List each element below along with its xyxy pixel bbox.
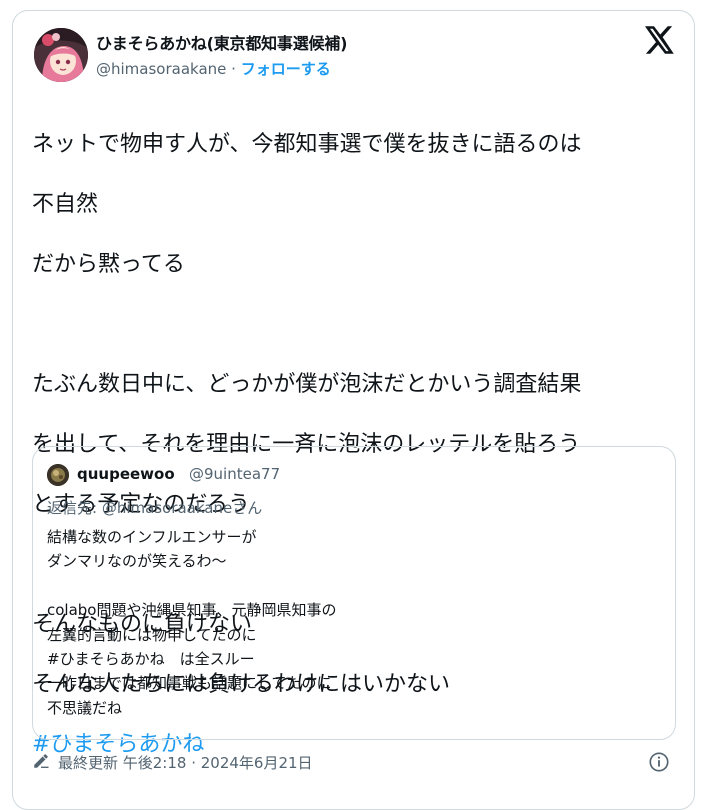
- quote-author-handle[interactable]: @9uintea77: [189, 465, 280, 483]
- info-icon[interactable]: [648, 751, 670, 773]
- quote-text: 結構な数のインフルエンサーが ダンマリなのが笑えるわ〜 colabo問題や沖縄県…: [47, 525, 657, 720]
- quote-line: 結構な数のインフルエンサーが: [47, 528, 257, 546]
- quote-author-avatar[interactable]: [47, 464, 69, 486]
- quote-line: #ひまそらあかね は全スルー: [47, 649, 255, 668]
- follow-button[interactable]: フォローする: [241, 60, 331, 78]
- quote-line: 一昨日までは都知事戦も話題にしてたのに: [47, 674, 332, 693]
- x-logo-icon[interactable]: [645, 26, 675, 54]
- quote-line: 不思議だね: [47, 698, 123, 717]
- tweet-line: 不自然: [32, 192, 99, 217]
- quote-line: 左翼的言動には物申してたのに: [47, 625, 257, 644]
- quote-author-name[interactable]: quupeewoo: [77, 465, 175, 483]
- quote-line: colabo問題や沖縄県知事、元静岡県知事の: [47, 601, 337, 620]
- reply-prefix: 返信先:: [47, 499, 102, 517]
- author-avatar[interactable]: [34, 28, 88, 82]
- tweet-line: だから黙ってる: [32, 252, 185, 277]
- quote-line: ダンマリなのが笑えるわ〜: [47, 552, 227, 571]
- author-handle[interactable]: @himasoraakane: [96, 60, 226, 78]
- author-meta: @himasoraakane · フォローする: [96, 58, 331, 79]
- reply-to-line: 返信先: @himasoraakaneさん: [47, 497, 262, 518]
- reply-suffix: さん: [232, 499, 263, 517]
- reply-mention[interactable]: @himasoraakane: [102, 499, 232, 517]
- meta-separator: ·: [226, 60, 241, 78]
- quote-line: [47, 574, 657, 598]
- quoted-tweet[interactable]: quupeewoo @9uintea77 返信先: @himasoraakane…: [32, 446, 676, 740]
- edit-pencil-icon: [34, 754, 49, 768]
- author-name[interactable]: ひまそらあかね(東京都知事選候補): [96, 30, 347, 54]
- tweet-line: たぶん数日中に、どっかが僕が泡沫だとかいう調査結果: [32, 372, 582, 397]
- last-edited-timestamp[interactable]: 最終更新 午後2:18 · 2024年6月21日: [58, 752, 313, 773]
- tweet-line: ネットで物申す人が、今都知事選で僕を抜きに語るのは: [32, 132, 582, 157]
